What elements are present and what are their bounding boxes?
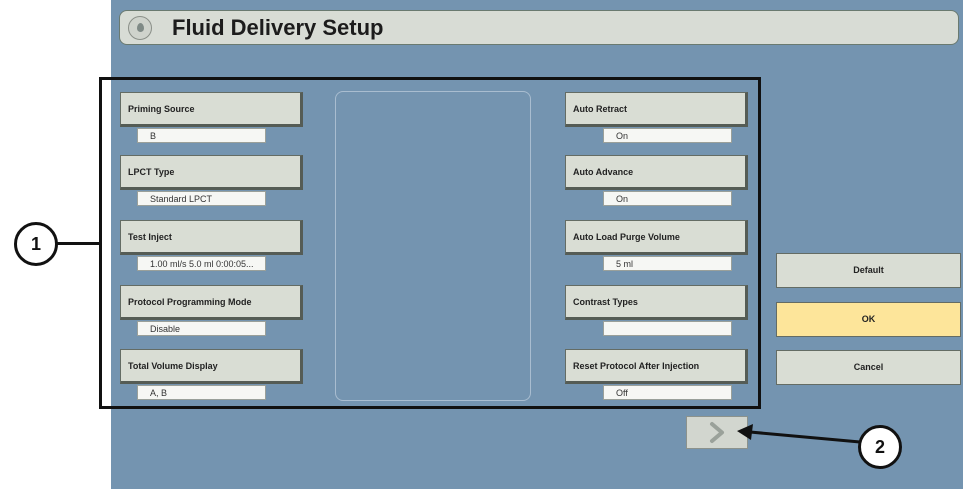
cancel-button[interactable]: Cancel [776, 350, 961, 385]
callout-1: 1 [14, 222, 58, 266]
ok-button[interactable]: OK [776, 302, 961, 337]
title-bar: Fluid Delivery Setup [119, 10, 959, 45]
droplet-icon [128, 16, 152, 40]
page-title: Fluid Delivery Setup [172, 15, 384, 40]
callout-2: 2 [858, 425, 902, 469]
default-button[interactable]: Default [776, 253, 961, 288]
callout-frame [99, 77, 761, 409]
callout-1-leader [57, 242, 100, 245]
callout-2-arrow [737, 424, 861, 444]
